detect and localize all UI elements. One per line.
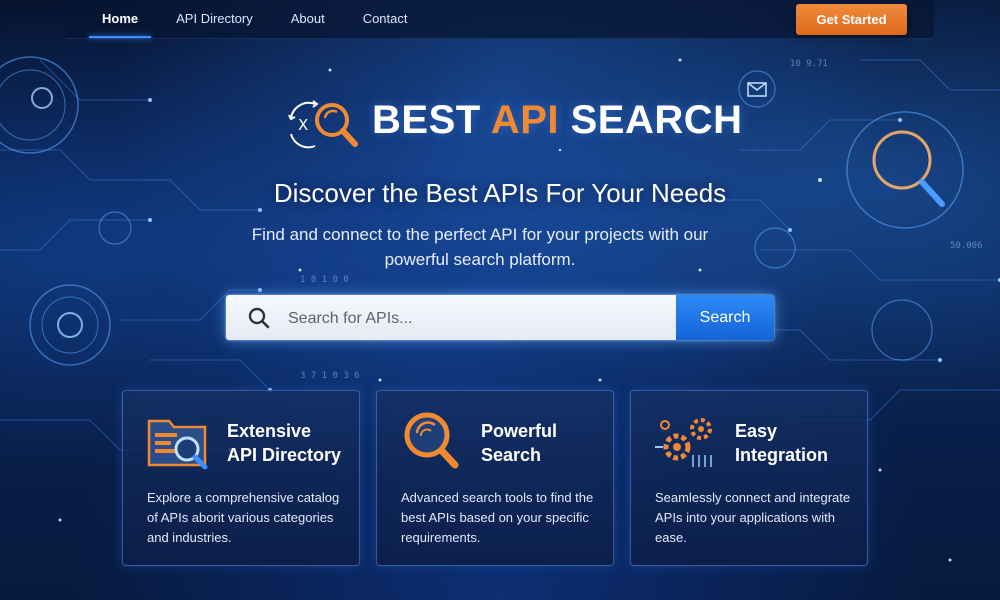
feature-card-api-directory[interactable]: Extensive API Directory Explore a compre… xyxy=(122,390,360,566)
logo-text-part1: BEST xyxy=(372,98,491,142)
feature-title-line2: API Directory xyxy=(227,445,342,465)
feature-title-line1: Extensive xyxy=(227,421,312,441)
nav-link-about[interactable]: About xyxy=(291,0,325,38)
api-search-bar: Search xyxy=(226,295,774,340)
logo-text-accent: API xyxy=(490,98,559,142)
hero-headline: Discover the Best APIs For Your Needs xyxy=(273,178,727,208)
nav-link-api-directory[interactable]: API Directory xyxy=(176,0,253,38)
svg-text:50.006: 50.006 xyxy=(950,241,983,251)
search-with-x-arrows-icon: X xyxy=(288,100,358,149)
logo-text-part2: SEARCH xyxy=(559,98,743,142)
hero-subheadline: Find and connect to the perfect API for … xyxy=(251,225,709,269)
search-input[interactable] xyxy=(286,295,670,340)
search-button[interactable]: Search xyxy=(676,295,774,340)
feature-title-line1: Powerful xyxy=(481,421,558,441)
feature-description: Advanced search tools to find the best A… xyxy=(401,490,594,545)
feature-title: Powerful Search xyxy=(481,419,611,467)
folder-magnifier-icon xyxy=(147,419,208,470)
get-started-button[interactable]: Get Started xyxy=(796,4,907,35)
search-icon xyxy=(248,307,270,329)
nav-link-home[interactable]: Home xyxy=(88,0,152,38)
svg-text:3 7 1 0 3 6: 3 7 1 0 3 6 xyxy=(300,371,360,381)
logo-wordmark: BEST API SEARCH xyxy=(372,98,743,143)
magnifier-icon xyxy=(404,412,459,469)
feature-description: Seamlessly connect and integrate APIs in… xyxy=(655,490,851,545)
feature-card-easy-integration[interactable]: Easy Integration Seamlessly connect and … xyxy=(630,390,868,566)
feature-description: Explore a comprehensive catalog of APIs … xyxy=(147,490,340,545)
gears-icon xyxy=(655,418,712,467)
search-field-wrapper[interactable] xyxy=(226,295,676,340)
feature-title-line2: Integration xyxy=(735,445,828,465)
feature-title-line2: Search xyxy=(481,445,542,465)
feature-card-powerful-search[interactable]: Powerful Search Advanced search tools to… xyxy=(376,390,614,566)
svg-text:10 9.71: 10 9.71 xyxy=(790,59,828,69)
feature-title-line1: Easy xyxy=(735,421,778,441)
landing-page: 10 9.71 50.006 1 0 1 0 0 3 7 1 0 3 6 Hom… xyxy=(0,0,1000,600)
svg-text:X: X xyxy=(298,116,308,134)
feature-title: Extensive API Directory xyxy=(227,419,357,467)
svg-text:1 0 1 0 0: 1 0 1 0 0 xyxy=(300,275,349,285)
brand-logo[interactable]: X BEST API SEARCH xyxy=(285,96,742,152)
feature-title: Easy Integration xyxy=(735,419,865,467)
nav-link-contact[interactable]: Contact xyxy=(363,0,408,38)
nav-links: Home API Directory About Contact xyxy=(88,0,446,38)
